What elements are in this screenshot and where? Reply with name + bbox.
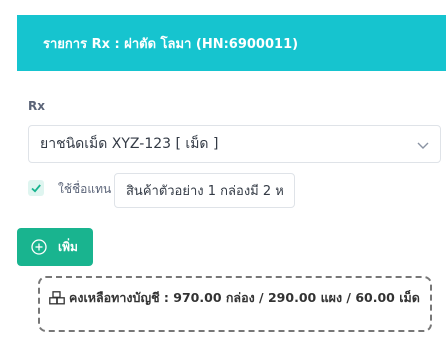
alias-name-value: สินค้าตัวอย่าง 1 กล่องมี 2 ห: [126, 184, 284, 199]
use-alias-label: ใช้ชื่อแทน: [58, 182, 112, 196]
boxes-icon: [49, 291, 65, 305]
add-button[interactable]: เพิ่ม: [17, 228, 93, 266]
modal-title: รายการ Rx : ผ่าตัด โลมา (HN:6900011): [43, 36, 299, 52]
add-button-label: เพิ่ม: [58, 239, 78, 254]
alias-name-input[interactable]: สินค้าตัวอย่าง 1 กล่องมี 2 ห: [114, 173, 295, 208]
balance-info-box: คงเหลือทางบัญชี : 970.00 กล่อง / 290.00 …: [38, 276, 432, 332]
drug-select[interactable]: ยาชนิดเม็ด XYZ-123 [ เม็ด ]: [28, 125, 441, 163]
check-icon: [31, 184, 41, 193]
balance-text: คงเหลือทางบัญชี : 970.00 กล่อง / 290.00 …: [69, 290, 420, 305]
rx-label: Rx: [28, 99, 45, 113]
chevron-down-icon: [417, 142, 429, 149]
plus-circle-icon: [31, 239, 47, 255]
drug-select-value: ยาชนิดเม็ด XYZ-123 [ เม็ด ]: [40, 136, 219, 152]
use-alias-checkbox[interactable]: [28, 180, 44, 196]
modal-header: รายการ Rx : ผ่าตัด โลมา (HN:6900011): [17, 15, 446, 71]
